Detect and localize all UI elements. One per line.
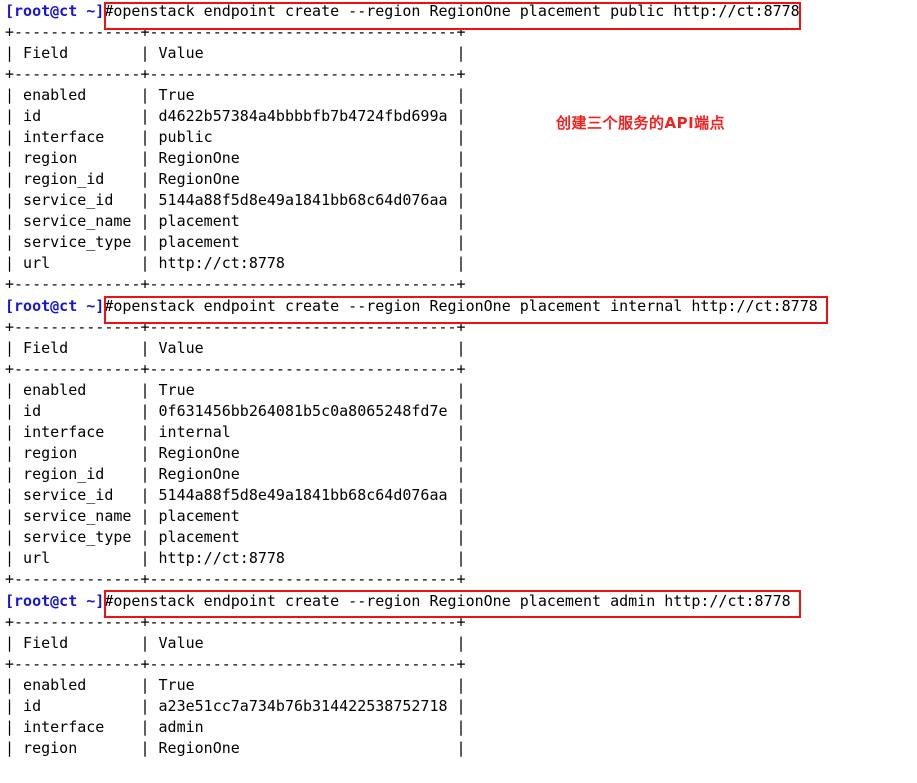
command-line-2[interactable]: [root@ct ~]#openstack endpoint create --…: [0, 295, 917, 317]
table-row: | enabled | True |: [5, 86, 466, 104]
terminal-window: [root@ct ~]#openstack endpoint create --…: [0, 0, 917, 783]
annotation-label: 创建三个服务的API端点: [556, 114, 726, 132]
table-row: | service_type | placement |: [5, 233, 466, 251]
table-row: | interface | admin |: [5, 718, 466, 736]
table-row: | id | d4622b57384a4bbbbfb7b4724fbd699a …: [5, 107, 466, 125]
table-rule-top-3: +--------------+------------------------…: [5, 613, 466, 631]
table-row: | enabled | True |: [5, 676, 466, 694]
shell-prompt: [root@ct ~]: [5, 297, 105, 315]
table-row: | url | http://ct:8778 |: [5, 254, 466, 272]
table-row: | url | http://ct:8778 |: [5, 549, 466, 567]
shell-prompt: [root@ct ~]: [5, 592, 105, 610]
table-row: | id | 0f631456bb264081b5c0a8065248fd7e …: [5, 402, 466, 420]
table-row: | interface | public |: [5, 128, 466, 146]
command-line-3[interactable]: [root@ct ~]#openstack endpoint create --…: [0, 590, 917, 612]
command-line-1[interactable]: [root@ct ~]#openstack endpoint create --…: [0, 0, 917, 22]
command-text-3: openstack endpoint create --region Regio…: [113, 592, 791, 610]
table-rule-mid-1: +--------------+------------------------…: [5, 65, 466, 83]
table-row: | service_id | 5144a88f5d8e49a1841bb68c6…: [5, 191, 466, 209]
table-row: | service_id | 5144a88f5d8e49a1841bb68c6…: [5, 486, 466, 504]
table-row: | id | a23e51cc7a734b76b314422538752718 …: [5, 697, 466, 715]
table-row: | region_id | RegionOne |: [5, 170, 466, 188]
table-rule-top-1: +--------------+------------------------…: [5, 23, 466, 41]
table-row: | service_name | placement |: [5, 507, 466, 525]
command-text-1: openstack endpoint create --region Regio…: [113, 2, 800, 20]
table-row: | service_type | placement |: [5, 528, 466, 546]
table-rule-bottom-2: +--------------+------------------------…: [5, 570, 466, 588]
table-rule-mid-2: +--------------+------------------------…: [5, 360, 466, 378]
table-rule-mid-3: +--------------+------------------------…: [5, 655, 466, 673]
table-row: | service_name | placement |: [5, 212, 466, 230]
table-header-1: | Field | Value |: [5, 44, 466, 62]
table-header-3: | Field | Value |: [5, 634, 466, 652]
shell-prompt: [root@ct ~]: [5, 2, 105, 20]
command-text-2: openstack endpoint create --region Regio…: [113, 297, 818, 315]
table-row: | interface | internal |: [5, 423, 466, 441]
table-header-2: | Field | Value |: [5, 339, 466, 357]
table-row: | region | RegionOne |: [5, 739, 466, 757]
table-row: | region | RegionOne |: [5, 149, 466, 167]
table-row: | region | RegionOne |: [5, 444, 466, 462]
table-row: | region_id | RegionOne |: [5, 465, 466, 483]
table-rule-top-2: +--------------+------------------------…: [5, 318, 466, 336]
table-rule-bottom-1: +--------------+------------------------…: [5, 275, 466, 293]
table-row: | enabled | True |: [5, 381, 466, 399]
